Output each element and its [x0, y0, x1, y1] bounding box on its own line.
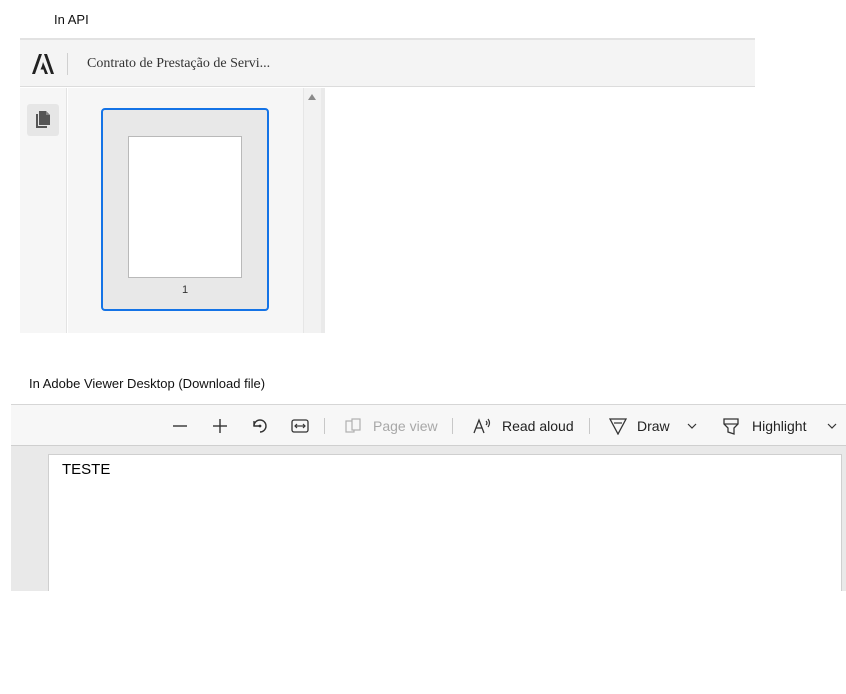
rotate-button[interactable]	[251, 405, 269, 447]
document-page: TESTE	[48, 454, 842, 591]
zoom-out-button[interactable]	[172, 405, 188, 447]
scroll-up-arrow-icon[interactable]	[308, 94, 316, 100]
desktop-caption: In Adobe Viewer Desktop (Download file)	[29, 376, 266, 391]
api-caption: In API	[54, 12, 89, 27]
toolbar-divider	[324, 418, 325, 434]
toolbar-divider	[452, 418, 453, 434]
fit-width-icon	[291, 419, 309, 433]
page-view-button[interactable]: Page view	[344, 405, 438, 447]
page-view-label: Page view	[373, 418, 438, 434]
draw-label: Draw	[637, 418, 670, 434]
thumbnail-pane: 1	[68, 88, 303, 333]
thumbnail-page-preview	[128, 136, 242, 278]
read-aloud-label: Read aloud	[502, 418, 574, 434]
api-viewer-panel: Contrato de Prestação de Servi... 1	[20, 38, 755, 333]
toolbar-divider	[589, 418, 590, 434]
page-thumbnails-icon	[36, 111, 50, 128]
document-title: Contrato de Prestação de Servi...	[87, 56, 271, 71]
highlight-label: Highlight	[752, 418, 807, 434]
document-text: TESTE	[62, 461, 111, 478]
highlight-options-dropdown[interactable]	[827, 405, 837, 447]
api-viewer-header: Contrato de Prestação de Servi...	[20, 38, 755, 87]
page-thumbnail[interactable]: 1	[101, 108, 269, 311]
page-view-icon	[345, 418, 361, 433]
thumbnail-scrollbar[interactable]	[303, 88, 321, 333]
chevron-down-icon	[687, 423, 697, 429]
header-divider	[67, 53, 68, 75]
fit-width-button[interactable]	[291, 405, 309, 447]
read-aloud-icon	[473, 418, 491, 434]
draw-button[interactable]: Draw	[609, 405, 670, 447]
minus-icon	[173, 425, 187, 427]
read-aloud-button[interactable]: Read aloud	[473, 405, 574, 447]
zoom-in-button[interactable]	[212, 405, 228, 447]
draw-pen-icon	[609, 418, 627, 435]
highlighter-icon	[723, 418, 739, 435]
left-rail	[20, 88, 67, 333]
adobe-logo-icon	[32, 54, 54, 74]
highlight-button[interactable]: Highlight	[722, 405, 806, 447]
thumbnail-page-number: 1	[181, 284, 189, 296]
draw-options-dropdown[interactable]	[687, 405, 697, 447]
pane-edge	[321, 88, 325, 333]
desktop-viewer-panel: Page view Read aloud Draw Highlight TEST…	[11, 404, 846, 591]
plus-icon	[213, 419, 227, 433]
chevron-down-icon	[827, 423, 837, 429]
desktop-toolbar: Page view Read aloud Draw Highlight	[11, 404, 846, 446]
rotate-icon	[253, 419, 267, 433]
page-thumbnails-button[interactable]	[27, 104, 59, 136]
